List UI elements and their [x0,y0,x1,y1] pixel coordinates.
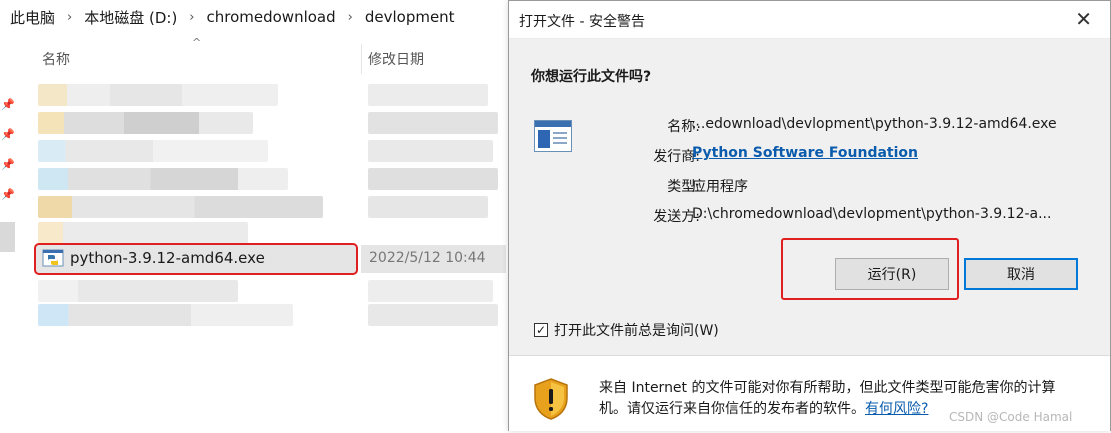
cancel-button[interactable]: 取消 [964,258,1078,290]
dialog-content: 你想运行此文件吗? 名称: ...edownload\devlopment\py… [509,39,1110,355]
dialog-title: 打开文件 - 安全警告 [519,14,645,30]
sort-ascending-icon: ^ [192,36,202,49]
pin-icon[interactable]: 📌 [1,128,15,141]
name-value: ...edownload\devlopment\python-3.9.12-am… [692,116,1057,132]
list-item[interactable] [38,168,288,190]
list-item[interactable] [38,196,323,218]
list-item-date [368,84,488,106]
breadcrumb-drive-d[interactable]: 本地磁盘 (D:) [80,7,181,28]
list-item[interactable] [38,304,293,326]
from-value: D:\chromedownload\devlopment\python-3.9.… [692,206,1052,222]
application-icon [534,120,572,152]
nav-pane-selected-item[interactable] [0,222,15,252]
column-divider[interactable] [361,44,362,74]
pin-icon[interactable]: 📌 [1,188,15,201]
list-item[interactable] [38,280,238,302]
type-value: 应用程序 [692,179,748,195]
selected-file-date: 2022/5/12 10:44 [369,250,486,266]
watermark: CSDN @Code Hamal [949,410,1073,424]
list-item-date [368,196,488,218]
breadcrumb-separator-icon[interactable]: › [181,10,202,25]
list-item[interactable] [38,222,248,244]
publisher-link[interactable]: Python Software Foundation [692,145,918,161]
breadcrumb-separator-icon[interactable]: › [59,10,80,25]
column-header-date[interactable]: 修改日期 [368,44,424,74]
breadcrumb-devlopment[interactable]: devlopment [361,8,459,26]
list-item-date [368,168,498,190]
list-item[interactable] [38,140,268,162]
close-icon[interactable]: ✕ [1075,7,1092,31]
column-header-name[interactable]: 名称 [42,44,70,74]
list-item-date [368,140,493,162]
dialog-question: 你想运行此文件吗? [531,69,652,85]
pin-icon[interactable]: 📌 [1,158,15,171]
list-item-date [368,112,498,134]
security-warning-dialog: 打开文件 - 安全警告 ✕ 你想运行此文件吗? 名称: ...edownload… [508,0,1111,431]
breadcrumb-this-pc[interactable]: 此电脑 [6,7,59,28]
breadcrumb-chromedownload[interactable]: chromedownload [203,8,340,26]
always-ask-checkbox-row[interactable]: ✓ 打开此文件前总是询问(W) [534,320,719,340]
run-button[interactable]: 运行(R) [835,258,949,290]
dialog-titlebar[interactable]: 打开文件 - 安全警告 ✕ [509,1,1110,39]
list-item-date [368,304,498,326]
list-item-date [368,280,493,302]
file-explorer: 此电脑 › 本地磁盘 (D:) › chromedownload › devlo… [0,0,520,433]
always-ask-label[interactable]: 打开此文件前总是询问(W) [554,320,719,340]
list-item[interactable] [38,84,278,106]
selected-file-name[interactable]: python-3.9.12-amd64.exe [70,249,265,267]
breadcrumb-separator-icon[interactable]: › [340,10,361,25]
always-ask-checkbox[interactable]: ✓ [534,323,548,337]
risk-info-link[interactable]: 有何风险? [865,401,928,417]
pin-icon[interactable]: 📌 [1,98,15,111]
list-item[interactable] [38,112,253,134]
checkmark-icon: ✓ [535,323,547,337]
breadcrumb: 此电脑 › 本地磁盘 (D:) › chromedownload › devlo… [0,0,520,34]
warning-shield-icon [534,378,568,420]
python-file-icon [42,249,64,267]
